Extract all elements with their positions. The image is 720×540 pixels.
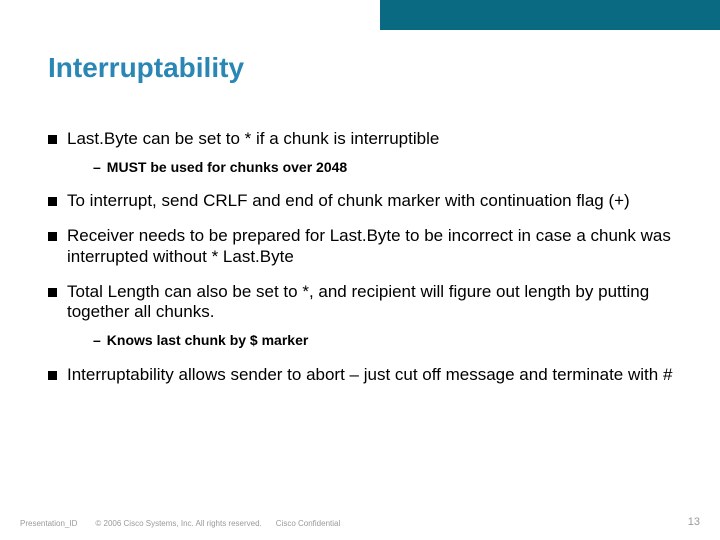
slide-title: Interruptability — [48, 52, 244, 84]
dash-icon: – — [93, 331, 101, 351]
bullet-text: Receiver needs to be prepared for Last.B… — [67, 226, 680, 267]
square-bullet-icon — [48, 371, 57, 380]
square-bullet-icon — [48, 232, 57, 241]
slide: Interruptability Last.Byte can be set to… — [0, 0, 720, 540]
bullet-item: Interruptability allows sender to abort … — [48, 365, 680, 386]
dash-icon: – — [93, 158, 101, 178]
square-bullet-icon — [48, 197, 57, 206]
square-bullet-icon — [48, 288, 57, 297]
square-bullet-icon — [48, 135, 57, 144]
bullet-text: Total Length can also be set to *, and r… — [67, 282, 680, 323]
sub-bullet-item: – Knows last chunk by $ marker — [93, 331, 680, 351]
bullet-item: To interrupt, send CRLF and end of chunk… — [48, 191, 680, 212]
bullet-item: Last.Byte can be set to * if a chunk is … — [48, 129, 680, 150]
presentation-id: Presentation_ID — [20, 519, 77, 528]
bullet-text: To interrupt, send CRLF and end of chunk… — [67, 191, 630, 212]
copyright-text: © 2006 Cisco Systems, Inc. All rights re… — [95, 519, 261, 528]
slide-footer: Presentation_ID © 2006 Cisco Systems, In… — [20, 519, 700, 528]
confidential-text: Cisco Confidential — [276, 519, 340, 528]
bullet-text: Interruptability allows sender to abort … — [67, 365, 672, 386]
sub-bullet-text: MUST be used for chunks over 2048 — [107, 158, 347, 178]
bullet-item: Receiver needs to be prepared for Last.B… — [48, 226, 680, 267]
slide-body: Last.Byte can be set to * if a chunk is … — [48, 115, 680, 385]
bullet-text: Last.Byte can be set to * if a chunk is … — [67, 129, 439, 150]
sub-bullet-text: Knows last chunk by $ marker — [107, 331, 309, 351]
sub-bullet-item: – MUST be used for chunks over 2048 — [93, 158, 680, 178]
page-number: 13 — [688, 516, 700, 528]
bullet-item: Total Length can also be set to *, and r… — [48, 282, 680, 323]
header-accent-bar — [380, 0, 720, 30]
